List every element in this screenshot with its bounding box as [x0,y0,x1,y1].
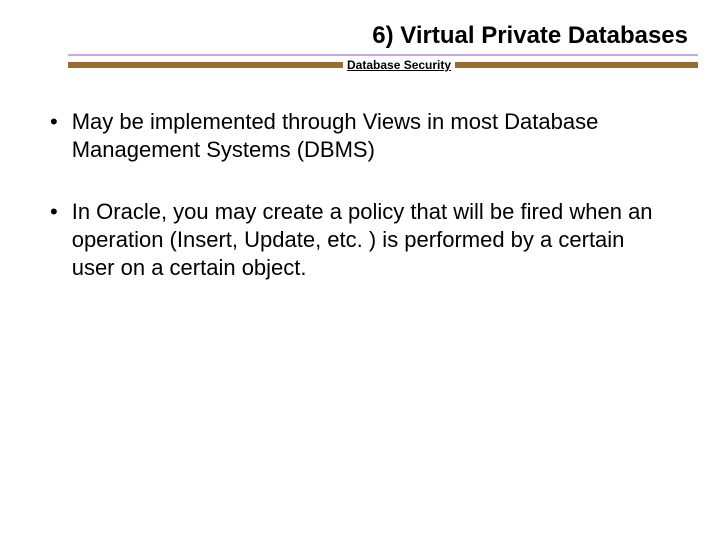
slide-content: • May be implemented through Views in mo… [50,108,670,316]
slide-title: 6) Virtual Private Databases [68,22,698,54]
bullet-text: May be implemented through Views in most… [72,108,670,164]
bullet-icon: • [50,198,58,226]
title-underline [68,54,698,56]
bullet-icon: • [50,108,58,136]
divider-right [455,62,698,68]
slide-header: 6) Virtual Private Databases Database Se… [68,22,698,72]
subtitle-row: Database Security [68,58,698,72]
bullet-text: In Oracle, you may create a policy that … [72,198,670,282]
slide-subtitle: Database Security [343,58,455,72]
list-item: • May be implemented through Views in mo… [50,108,670,164]
list-item: • In Oracle, you may create a policy tha… [50,198,670,282]
divider-left [68,62,343,68]
